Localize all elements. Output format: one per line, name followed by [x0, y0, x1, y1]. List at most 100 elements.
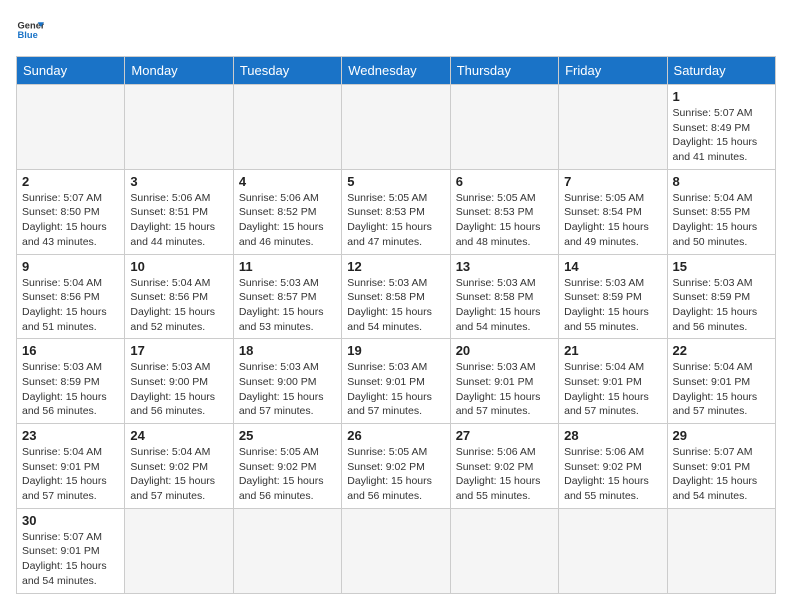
- calendar-cell: [17, 85, 125, 170]
- day-info: Sunrise: 5:04 AM Sunset: 8:56 PM Dayligh…: [130, 276, 227, 335]
- day-number: 15: [673, 259, 770, 274]
- calendar-cell: 12 Sunrise: 5:03 AM Sunset: 8:58 PM Dayli…: [342, 254, 450, 339]
- day-info: Sunrise: 5:06 AM Sunset: 9:02 PM Dayligh…: [456, 445, 553, 504]
- calendar-week-2: 2 Sunrise: 5:07 AM Sunset: 8:50 PM Daylig…: [17, 169, 776, 254]
- day-info: Sunrise: 5:07 AM Sunset: 8:49 PM Dayligh…: [673, 106, 770, 165]
- calendar-cell: [559, 85, 667, 170]
- day-number: 19: [347, 343, 444, 358]
- day-number: 20: [456, 343, 553, 358]
- day-info: Sunrise: 5:06 AM Sunset: 9:02 PM Dayligh…: [564, 445, 661, 504]
- day-number: 28: [564, 428, 661, 443]
- calendar-cell: 20 Sunrise: 5:03 AM Sunset: 9:01 PM Dayli…: [450, 339, 558, 424]
- day-number: 6: [456, 174, 553, 189]
- calendar-cell: [233, 508, 341, 593]
- calendar-cell: 25 Sunrise: 5:05 AM Sunset: 9:02 PM Dayli…: [233, 424, 341, 509]
- calendar-cell: 4Sunrise: 5:06 AM Sunset: 8:52 PM Daylig…: [233, 169, 341, 254]
- calendar-cell: [342, 85, 450, 170]
- logo: General Blue: [16, 16, 48, 44]
- day-info: Sunrise: 5:04 AM Sunset: 8:55 PM Dayligh…: [673, 191, 770, 250]
- calendar-week-1: 1 Sunrise: 5:07 AM Sunset: 8:49 PM Daylig…: [17, 85, 776, 170]
- day-number: 24: [130, 428, 227, 443]
- calendar-cell: 5 Sunrise: 5:05 AM Sunset: 8:53 PM Daylig…: [342, 169, 450, 254]
- day-header-friday: Friday: [559, 57, 667, 85]
- day-number: 12: [347, 259, 444, 274]
- day-info: Sunrise: 5:05 AM Sunset: 9:02 PM Dayligh…: [239, 445, 336, 504]
- day-info: Sunrise: 5:06 AM Sunset: 8:51 PM Dayligh…: [130, 191, 227, 250]
- day-number: 17: [130, 343, 227, 358]
- day-number: 11: [239, 259, 336, 274]
- day-header-tuesday: Tuesday: [233, 57, 341, 85]
- calendar-week-5: 23Sunrise: 5:04 AM Sunset: 9:01 PM Dayli…: [17, 424, 776, 509]
- calendar-week-6: 30 Sunrise: 5:07 AM Sunset: 9:01 PM Dayli…: [17, 508, 776, 593]
- day-number: 9: [22, 259, 119, 274]
- day-number: 8: [673, 174, 770, 189]
- calendar-cell: 18Sunrise: 5:03 AM Sunset: 9:00 PM Dayli…: [233, 339, 341, 424]
- calendar-week-4: 16 Sunrise: 5:03 AM Sunset: 8:59 PM Dayli…: [17, 339, 776, 424]
- calendar-cell: 7 Sunrise: 5:05 AM Sunset: 8:54 PM Daylig…: [559, 169, 667, 254]
- day-number: 25: [239, 428, 336, 443]
- day-info: Sunrise: 5:04 AM Sunset: 9:01 PM Dayligh…: [564, 360, 661, 419]
- day-info: Sunrise: 5:04 AM Sunset: 9:01 PM Dayligh…: [22, 445, 119, 504]
- day-number: 1: [673, 89, 770, 104]
- day-info: Sunrise: 5:05 AM Sunset: 8:53 PM Dayligh…: [347, 191, 444, 250]
- calendar-cell: 15 Sunrise: 5:03 AM Sunset: 8:59 PM Dayli…: [667, 254, 775, 339]
- day-number: 22: [673, 343, 770, 358]
- calendar-cell: 16 Sunrise: 5:03 AM Sunset: 8:59 PM Dayli…: [17, 339, 125, 424]
- day-header-thursday: Thursday: [450, 57, 558, 85]
- day-info: Sunrise: 5:05 AM Sunset: 8:53 PM Dayligh…: [456, 191, 553, 250]
- day-number: 4: [239, 174, 336, 189]
- day-info: Sunrise: 5:03 AM Sunset: 8:59 PM Dayligh…: [673, 276, 770, 335]
- calendar-cell: 11 Sunrise: 5:03 AM Sunset: 8:57 PM Dayli…: [233, 254, 341, 339]
- day-info: Sunrise: 5:03 AM Sunset: 8:57 PM Dayligh…: [239, 276, 336, 335]
- day-info: Sunrise: 5:05 AM Sunset: 9:02 PM Dayligh…: [347, 445, 444, 504]
- calendar-week-3: 9 Sunrise: 5:04 AM Sunset: 8:56 PM Daylig…: [17, 254, 776, 339]
- calendar-cell: 19Sunrise: 5:03 AM Sunset: 9:01 PM Dayli…: [342, 339, 450, 424]
- calendar-cell: [450, 508, 558, 593]
- calendar-cell: [667, 508, 775, 593]
- calendar-cell: 1 Sunrise: 5:07 AM Sunset: 8:49 PM Daylig…: [667, 85, 775, 170]
- calendar-cell: 22 Sunrise: 5:04 AM Sunset: 9:01 PM Dayli…: [667, 339, 775, 424]
- day-number: 26: [347, 428, 444, 443]
- day-info: Sunrise: 5:03 AM Sunset: 9:01 PM Dayligh…: [456, 360, 553, 419]
- days-header-row: SundayMondayTuesdayWednesdayThursdayFrid…: [17, 57, 776, 85]
- calendar-cell: 17Sunrise: 5:03 AM Sunset: 9:00 PM Dayli…: [125, 339, 233, 424]
- day-number: 7: [564, 174, 661, 189]
- calendar-cell: 9 Sunrise: 5:04 AM Sunset: 8:56 PM Daylig…: [17, 254, 125, 339]
- calendar-cell: 29Sunrise: 5:07 AM Sunset: 9:01 PM Dayli…: [667, 424, 775, 509]
- day-info: Sunrise: 5:05 AM Sunset: 8:54 PM Dayligh…: [564, 191, 661, 250]
- day-number: 14: [564, 259, 661, 274]
- day-number: 27: [456, 428, 553, 443]
- day-info: Sunrise: 5:03 AM Sunset: 8:59 PM Dayligh…: [22, 360, 119, 419]
- calendar-cell: [233, 85, 341, 170]
- calendar-cell: 26 Sunrise: 5:05 AM Sunset: 9:02 PM Dayli…: [342, 424, 450, 509]
- calendar-cell: 27 Sunrise: 5:06 AM Sunset: 9:02 PM Dayli…: [450, 424, 558, 509]
- day-info: Sunrise: 5:03 AM Sunset: 8:58 PM Dayligh…: [347, 276, 444, 335]
- calendar-cell: 24Sunrise: 5:04 AM Sunset: 9:02 PM Dayli…: [125, 424, 233, 509]
- calendar-cell: [342, 508, 450, 593]
- day-info: Sunrise: 5:03 AM Sunset: 8:59 PM Dayligh…: [564, 276, 661, 335]
- day-number: 3: [130, 174, 227, 189]
- calendar-cell: [559, 508, 667, 593]
- day-info: Sunrise: 5:04 AM Sunset: 8:56 PM Dayligh…: [22, 276, 119, 335]
- logo-icon: General Blue: [16, 16, 44, 44]
- day-info: Sunrise: 5:03 AM Sunset: 8:58 PM Dayligh…: [456, 276, 553, 335]
- day-number: 13: [456, 259, 553, 274]
- calendar-cell: 21 Sunrise: 5:04 AM Sunset: 9:01 PM Dayli…: [559, 339, 667, 424]
- calendar-cell: [125, 85, 233, 170]
- calendar-cell: 23Sunrise: 5:04 AM Sunset: 9:01 PM Dayli…: [17, 424, 125, 509]
- day-number: 16: [22, 343, 119, 358]
- day-header-saturday: Saturday: [667, 57, 775, 85]
- calendar-cell: 6 Sunrise: 5:05 AM Sunset: 8:53 PM Daylig…: [450, 169, 558, 254]
- calendar-cell: 2 Sunrise: 5:07 AM Sunset: 8:50 PM Daylig…: [17, 169, 125, 254]
- day-number: 5: [347, 174, 444, 189]
- day-header-wednesday: Wednesday: [342, 57, 450, 85]
- day-number: 21: [564, 343, 661, 358]
- day-header-monday: Monday: [125, 57, 233, 85]
- day-info: Sunrise: 5:04 AM Sunset: 9:01 PM Dayligh…: [673, 360, 770, 419]
- day-info: Sunrise: 5:07 AM Sunset: 8:50 PM Dayligh…: [22, 191, 119, 250]
- day-header-sunday: Sunday: [17, 57, 125, 85]
- day-info: Sunrise: 5:07 AM Sunset: 9:01 PM Dayligh…: [22, 530, 119, 589]
- day-number: 2: [22, 174, 119, 189]
- day-number: 30: [22, 513, 119, 528]
- day-info: Sunrise: 5:03 AM Sunset: 9:00 PM Dayligh…: [239, 360, 336, 419]
